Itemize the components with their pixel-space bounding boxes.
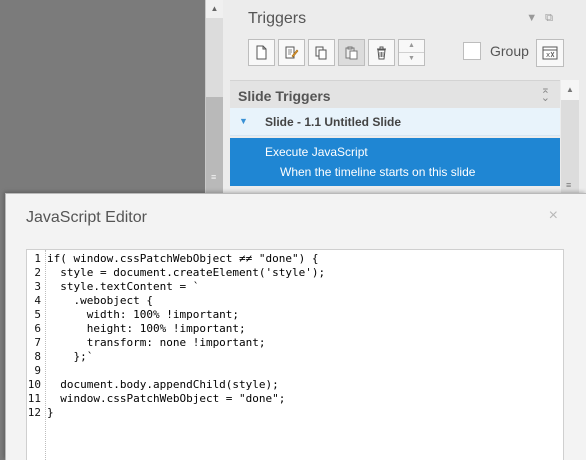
svg-text:x: x	[546, 51, 550, 59]
code-line[interactable]: 6 height: 100% !important;	[27, 322, 325, 336]
code-text: width: 100% !important;	[47, 308, 240, 321]
code-editor[interactable]: 1 if( window.cssPatchWebObject ≠≠ "done")…	[26, 249, 564, 460]
delete-icon	[377, 46, 386, 60]
code-line[interactable]: 10 document.body.appendChild(style);	[27, 378, 325, 392]
code-text: height: 100% !important;	[47, 322, 246, 335]
code-line[interactable]: 12}	[27, 406, 325, 420]
line-number: 3	[34, 280, 41, 293]
line-number: 11	[27, 392, 41, 405]
code-text: if( window.cssPatchWebObject ≠≠ "done") …	[47, 252, 319, 265]
delete-button[interactable]	[368, 39, 395, 66]
code-text: style = document.createElement('style');	[47, 266, 326, 279]
close-icon[interactable]: ×	[549, 207, 558, 225]
code-text: transform: none !important;	[47, 336, 266, 349]
code-text: }	[47, 406, 54, 419]
list-scroll-grip-icon: ≡	[566, 180, 572, 190]
code-line[interactable]: 8 };`	[27, 350, 325, 364]
new-trigger-button[interactable]	[248, 39, 275, 66]
manage-variables-button[interactable]: x	[536, 39, 564, 67]
paste-icon	[345, 46, 358, 60]
expand-triangle-icon[interactable]: ▼	[239, 116, 248, 126]
triggers-list-scrollbar[interactable]: ▲ ≡	[561, 80, 579, 193]
panel-float-icon[interactable]: ⧉	[545, 12, 561, 24]
line-number: 1	[34, 252, 41, 265]
scroll-grip-icon: ≡	[211, 172, 217, 182]
line-number: 6	[34, 322, 41, 335]
stage-scrollbar[interactable]: ▲ ≡	[205, 0, 223, 193]
triggers-panel: Triggers ▼⧉ ▲ ▼ Group x Slide Triggers ⌅…	[223, 0, 586, 193]
paste-button[interactable]	[338, 39, 365, 66]
line-number: 4	[34, 294, 41, 307]
code-text: document.body.appendChild(style);	[47, 378, 279, 391]
edit-trigger-button[interactable]	[278, 39, 305, 66]
trigger-action-label: Execute JavaScript	[265, 145, 368, 159]
javascript-editor-dialog: JavaScript Editor × 1 if( window.cssPatch…	[5, 193, 586, 460]
group-toggle[interactable]: Group	[463, 42, 529, 60]
code-line[interactable]: 1 if( window.cssPatchWebObject ≠≠ "done")…	[27, 252, 325, 266]
line-number: 12	[27, 406, 41, 419]
group-label: Group	[490, 43, 529, 59]
code-line[interactable]: 5 width: 100% !important;	[27, 308, 325, 322]
code-line[interactable]: 9	[27, 364, 325, 378]
code-line[interactable]: 2 style = document.createElement('style'…	[27, 266, 325, 280]
slide-group-label: Slide - 1.1 Untitled Slide	[265, 115, 402, 129]
line-number: 5	[34, 308, 41, 321]
panel-controls[interactable]: ▼⧉	[526, 12, 561, 25]
trigger-condition-label: When the timeline starts on this slide	[280, 165, 476, 179]
copy-button[interactable]	[308, 39, 335, 66]
code-line[interactable]: 11 window.cssPatchWebObject = "done";	[27, 392, 325, 406]
code-line[interactable]: 4 .webobject {	[27, 294, 325, 308]
move-up-down-control[interactable]: ▲ ▼	[398, 39, 425, 66]
code-text: };`	[47, 350, 94, 363]
code-lines: 1 if( window.cssPatchWebObject ≠≠ "done")…	[27, 252, 325, 420]
panel-menu-icon[interactable]: ▼	[526, 12, 545, 24]
scroll-up-arrow-icon[interactable]: ▲	[206, 0, 223, 18]
variables-icon: x	[542, 46, 558, 60]
code-line[interactable]: 7 transform: none !important;	[27, 336, 325, 350]
triggers-toolbar: ▲ ▼	[248, 39, 425, 67]
code-text: style.textContent = `	[47, 280, 200, 293]
line-number: 8	[34, 350, 41, 363]
code-text: .webobject {	[47, 294, 153, 307]
code-line[interactable]: 3 style.textContent = `	[27, 280, 325, 294]
line-number: 7	[34, 336, 41, 349]
list-scroll-up-icon[interactable]: ▲	[561, 80, 579, 100]
edit-trigger-icon	[285, 46, 299, 59]
stage-canvas	[0, 0, 205, 193]
copy-icon	[315, 46, 327, 60]
line-number: 9	[34, 364, 41, 377]
move-down-icon[interactable]: ▼	[399, 53, 424, 65]
collapse-all-icon[interactable]: ⌅ ⌄	[541, 85, 550, 104]
line-number: 10	[27, 378, 41, 391]
slide-triggers-header: Slide Triggers ⌅ ⌄	[230, 80, 560, 108]
selected-trigger-row[interactable]: Execute JavaScript When the timeline sta…	[230, 138, 560, 186]
slide-group-row[interactable]: ▼ Slide - 1.1 Untitled Slide	[230, 108, 560, 136]
slide-triggers-title: Slide Triggers	[238, 88, 331, 104]
line-number: 2	[34, 266, 41, 279]
panel-title: Triggers	[248, 10, 307, 27]
group-checkbox[interactable]	[463, 42, 481, 60]
code-text: window.cssPatchWebObject = "done";	[47, 392, 286, 405]
move-up-icon[interactable]: ▲	[399, 40, 424, 53]
dialog-title: JavaScript Editor	[26, 209, 147, 226]
new-trigger-icon	[256, 45, 267, 60]
